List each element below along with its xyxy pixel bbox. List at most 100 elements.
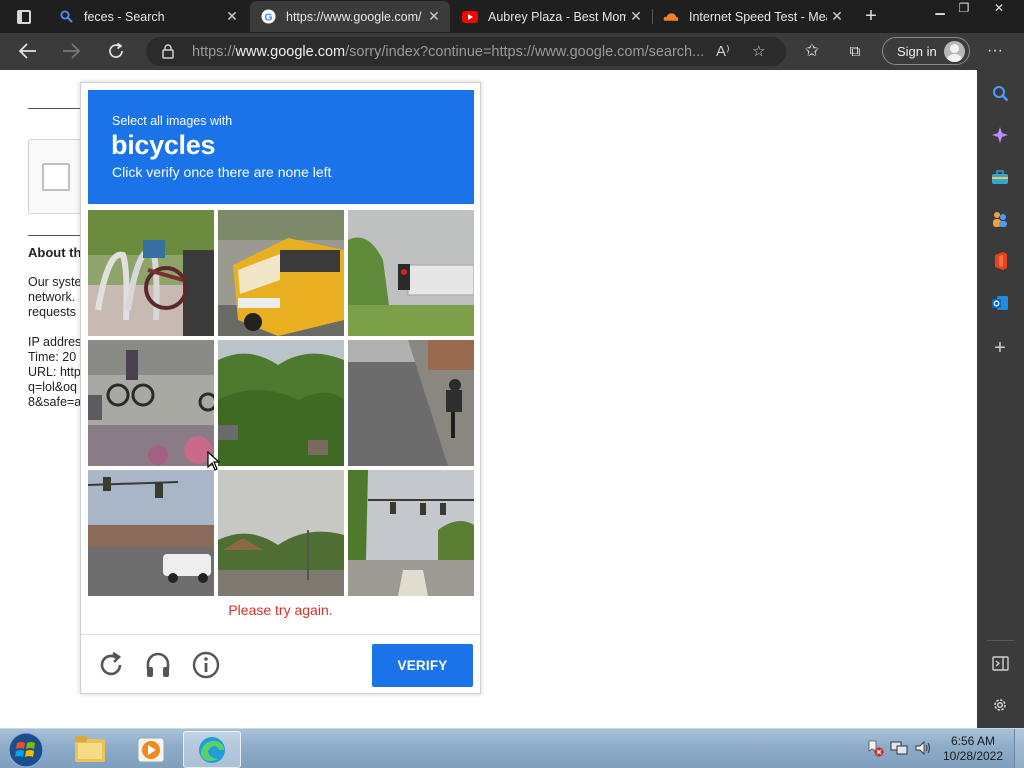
more-icon: ···: [987, 42, 1003, 59]
sidebar-office-icon[interactable]: [989, 250, 1011, 272]
sign-in-button[interactable]: Sign in: [882, 37, 970, 65]
para-line: requests: [28, 305, 76, 319]
youtube-icon: [462, 9, 478, 25]
taskbar: 6:56 AM 10/28/2022: [0, 728, 1024, 768]
tab-google[interactable]: G https://www.google.com/ ✕: [250, 1, 450, 32]
captcha-tile-cyclist-road[interactable]: [348, 340, 474, 466]
sidebar-people-icon[interactable]: [989, 208, 1011, 230]
para-line: network.: [28, 290, 76, 304]
sidebar-hide-icon[interactable]: [989, 652, 1011, 674]
close-icon[interactable]: ✕: [827, 8, 847, 25]
taskbar-edge[interactable]: [183, 731, 241, 768]
about-heading: About th: [28, 245, 82, 260]
para-line: Our syste: [28, 275, 82, 289]
windows-logo-icon: [8, 732, 44, 768]
tab-title: Aubrey Plaza - Best Mom: [488, 9, 626, 24]
clock-date: 10/28/2022: [942, 749, 1004, 763]
captcha-tile-cyclists[interactable]: [88, 340, 214, 466]
reload-button[interactable]: [95, 649, 127, 681]
sign-in-label: Sign in: [897, 44, 937, 59]
refresh-button[interactable]: [101, 36, 131, 66]
media-player-icon: [137, 737, 165, 763]
info-line: q=lol&oq: [28, 380, 77, 394]
minimize-button[interactable]: ▁: [928, 0, 952, 18]
sidebar-search-icon[interactable]: [989, 82, 1011, 104]
divider: [987, 640, 1014, 641]
sidebar-discover-icon[interactable]: [989, 124, 1011, 146]
captcha-tile-school-bus[interactable]: [218, 210, 344, 336]
info-line: Time: 20: [28, 350, 77, 364]
collections-icon: ⧉: [849, 42, 861, 60]
edge-icon: [199, 737, 225, 763]
mouse-cursor-icon: [207, 451, 221, 471]
forward-arrow-icon: [63, 43, 80, 59]
refresh-icon: [109, 42, 123, 58]
tab-actions-icon: [17, 9, 31, 24]
folder-icon: [75, 736, 105, 762]
captcha-tile-intersection[interactable]: [348, 470, 474, 596]
address-bar[interactable]: https://www.google.com/sorry/index?conti…: [146, 37, 786, 66]
captcha-tile-bike-rack[interactable]: [88, 210, 214, 336]
system-clock[interactable]: 6:56 AM 10/28/2022: [938, 734, 1008, 764]
close-icon[interactable]: ✕: [424, 8, 444, 25]
read-aloud-icon[interactable]: A⁾: [716, 42, 730, 60]
cloud-icon: [663, 9, 679, 25]
search-icon: [58, 9, 74, 25]
tab-title: Internet Speed Test - Mea: [689, 9, 827, 24]
audio-challenge-button[interactable]: [142, 649, 174, 681]
tab-actions-button[interactable]: [0, 0, 48, 33]
start-button[interactable]: [6, 731, 46, 768]
captcha-tile-bridge-light[interactable]: [88, 470, 214, 596]
recaptcha-checkbox[interactable]: [42, 163, 70, 191]
divider: [28, 235, 88, 236]
tab-title: feces - Search: [84, 9, 165, 24]
challenge-target: bicycles: [111, 130, 216, 160]
show-desktop-button[interactable]: [1014, 729, 1024, 768]
google-icon: G: [260, 9, 276, 25]
tab-feces-search[interactable]: feces - Search ✕: [48, 1, 248, 32]
taskbar-explorer[interactable]: [60, 731, 118, 768]
forward-button[interactable]: [56, 36, 86, 66]
sidebar-tools-icon[interactable]: [989, 166, 1011, 188]
challenge-header: Select all images with bicycles Click ve…: [88, 90, 474, 204]
captcha-tile-traffic-light[interactable]: [348, 210, 474, 336]
favorites-button[interactable]: ✩: [797, 36, 827, 66]
svg-text:G: G: [264, 12, 272, 23]
edge-sidebar: +: [977, 70, 1024, 728]
info-line: IP addres: [28, 335, 82, 349]
back-button[interactable]: [13, 36, 43, 66]
challenge-footer: VERIFY: [81, 634, 480, 694]
add-favorite-icon[interactable]: ☆: [752, 42, 765, 60]
address-url: https://www.google.com/sorry/index?conti…: [192, 44, 705, 60]
divider: [28, 108, 88, 109]
tab-title: https://www.google.com/: [286, 9, 422, 24]
tab-speed-test[interactable]: Internet Speed Test - Mea ✕: [653, 1, 853, 32]
captcha-tile-trees[interactable]: [218, 340, 344, 466]
settings-more-button[interactable]: ···: [980, 36, 1010, 66]
sidebar-add-icon[interactable]: +: [989, 337, 1011, 359]
verify-button[interactable]: VERIFY: [372, 644, 473, 687]
taskbar-media-player[interactable]: [122, 731, 180, 768]
close-window-button[interactable]: ✕: [984, 0, 1014, 18]
avatar: [944, 41, 965, 62]
tray-action-center-icon[interactable]: [866, 739, 884, 757]
lock-icon: [162, 44, 174, 59]
tray-volume-icon[interactable]: [914, 739, 932, 757]
clock-time: 6:56 AM: [950, 734, 996, 748]
info-icon: [192, 651, 220, 679]
close-icon[interactable]: ✕: [222, 8, 242, 25]
close-icon[interactable]: ✕: [626, 8, 646, 25]
sidebar-outlook-icon[interactable]: [989, 292, 1011, 314]
instruction-line: Select all images with: [112, 114, 233, 128]
help-button[interactable]: [190, 649, 222, 681]
captcha-tile-street-trees[interactable]: [218, 470, 344, 596]
instruction-line: Click verify once there are none left: [112, 164, 332, 180]
new-tab-button[interactable]: +: [858, 4, 884, 28]
sidebar-settings-icon[interactable]: [989, 694, 1011, 716]
tab-bar: feces - Search ✕ G https://www.google.co…: [0, 0, 1024, 33]
tray-network-icon[interactable]: [890, 739, 908, 757]
tab-youtube[interactable]: Aubrey Plaza - Best Mom ✕: [452, 1, 652, 32]
restore-button[interactable]: ❐: [952, 0, 976, 18]
collections-button[interactable]: ⧉: [840, 36, 870, 66]
browser-toolbar: https://www.google.com/sorry/index?conti…: [0, 33, 1024, 70]
